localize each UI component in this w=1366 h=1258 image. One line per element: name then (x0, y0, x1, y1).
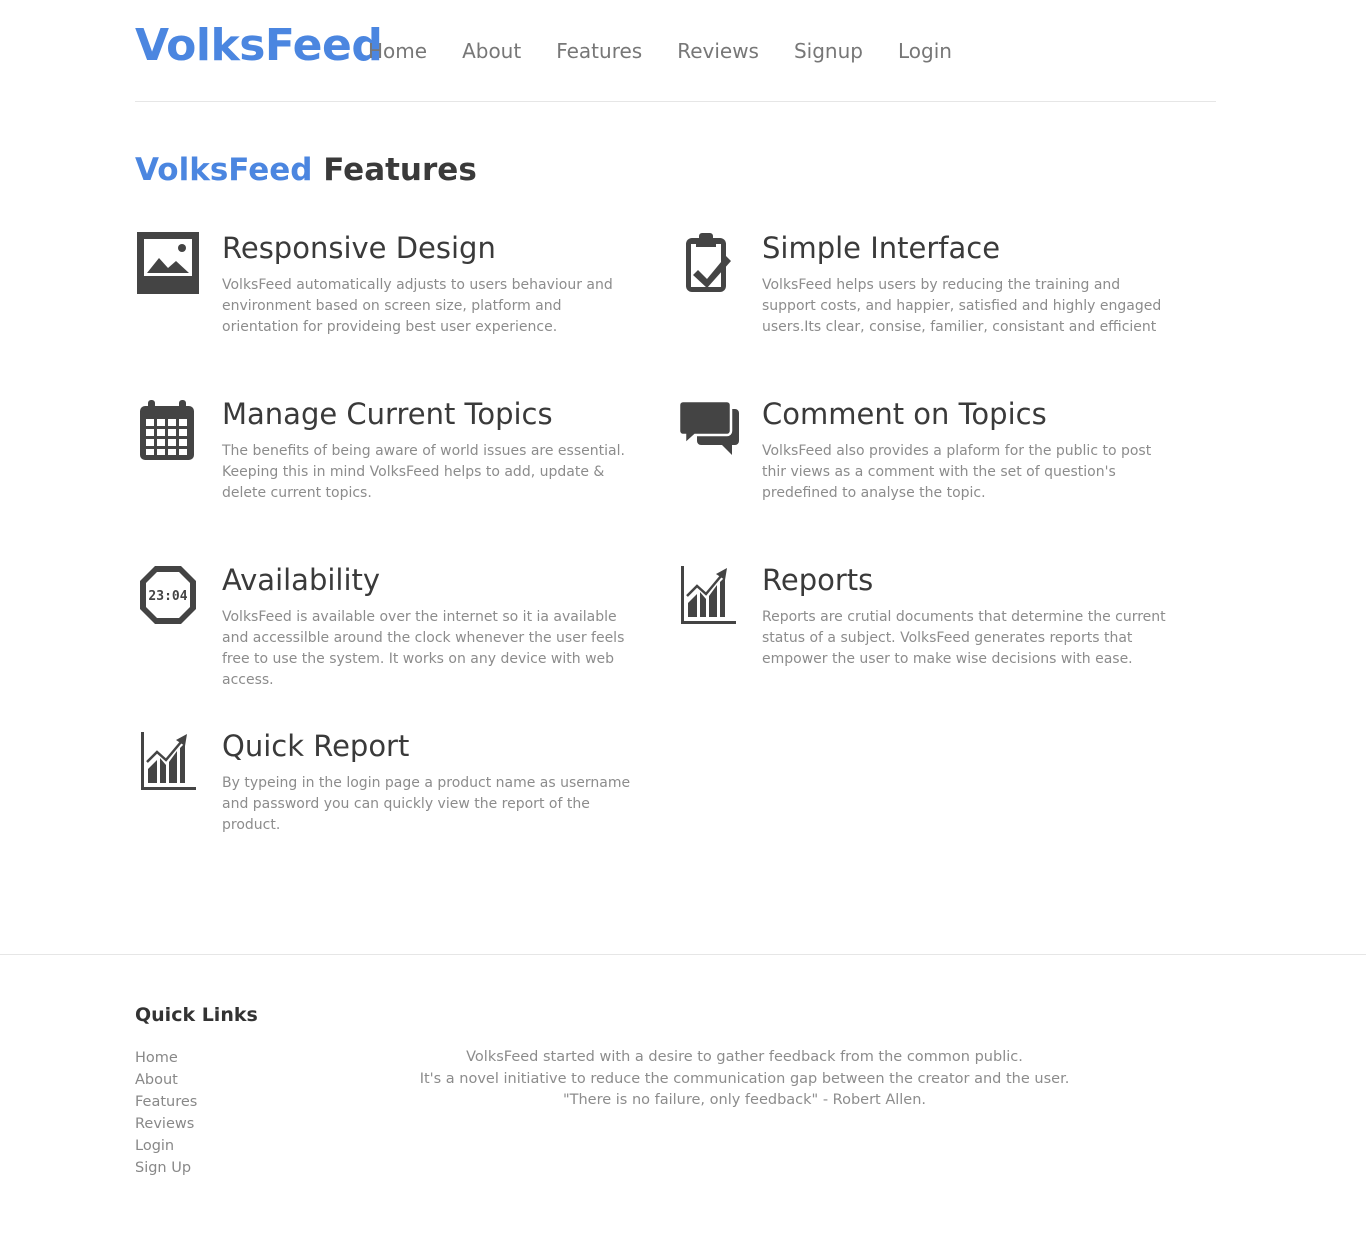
image-icon (135, 231, 201, 297)
footer-about-line: It's a novel initiative to reduce the co… (419, 1070, 1070, 1087)
feature-title: Manage Current Topics (222, 397, 553, 431)
footer-link-home[interactable]: Home (135, 1047, 197, 1069)
site-footer: Quick Links Home About Features Reviews … (0, 954, 1366, 1258)
footer-link-login[interactable]: Login (135, 1135, 197, 1157)
features-title-rest: Features (323, 152, 477, 188)
watch-time-text: 23:04 (148, 589, 187, 604)
calendar-icon (135, 397, 201, 463)
feature-description: VolksFeed is available over the internet… (222, 609, 625, 688)
nav-signup[interactable]: Signup (794, 39, 863, 63)
brand-logo[interactable]: VolksFeed (135, 20, 383, 71)
feature-description: VolksFeed automatically adjusts to users… (222, 277, 613, 335)
feature-description: VolksFeed also provides a plaform for th… (762, 443, 1152, 501)
feature-title: Reports (762, 563, 874, 597)
feature-description: VolksFeed helps users by reducing the tr… (762, 277, 1162, 335)
footer-link-features[interactable]: Features (135, 1091, 197, 1113)
feature-title: Quick Report (222, 729, 410, 763)
nav-home[interactable]: Home (368, 39, 427, 63)
watch-icon: 23:04 (135, 563, 201, 629)
features-title: VolksFeed Features (135, 152, 477, 188)
chat-bubbles-icon (675, 397, 741, 463)
feature-description: The benefits of being aware of world iss… (222, 443, 625, 501)
features-title-accent: VolksFeed (135, 152, 313, 188)
nav-about[interactable]: About (462, 39, 521, 63)
feature-description: Reports are crutial documents that deter… (762, 609, 1166, 667)
feature-title: Responsive Design (222, 231, 496, 265)
feature-title: Availability (222, 563, 381, 597)
footer-about-line: VolksFeed started with a desire to gathe… (466, 1049, 1023, 1065)
main-nav: Home About Features Reviews Signup Login (368, 39, 987, 63)
footer-quote: "There is no failure, only feedback" - R… (562, 1092, 927, 1108)
page-container: VolksFeed Home About Features Reviews Si… (135, 0, 1216, 833)
footer-link-signup[interactable]: Sign Up (135, 1157, 197, 1179)
clipboard-check-icon (675, 231, 741, 297)
feature-title: Comment on Topics (762, 397, 1047, 431)
footer-link-reviews[interactable]: Reviews (135, 1113, 197, 1135)
nav-features[interactable]: Features (556, 39, 642, 63)
quick-links-title: Quick Links (135, 1004, 258, 1026)
site-header: VolksFeed Home About Features Reviews Si… (135, 0, 1216, 102)
feature-description: By typeing in the login page a product n… (222, 775, 631, 833)
quick-links-list: Home About Features Reviews Login Sign U… (135, 1047, 197, 1179)
chart-icon (135, 729, 201, 795)
feature-title: Simple Interface (762, 231, 1001, 265)
footer-link-about[interactable]: About (135, 1069, 197, 1091)
footer-about-text: VolksFeed started with a desire to gathe… (353, 1047, 1136, 1112)
nav-reviews[interactable]: Reviews (677, 39, 759, 63)
chart-icon (675, 563, 741, 629)
nav-login[interactable]: Login (898, 39, 952, 63)
